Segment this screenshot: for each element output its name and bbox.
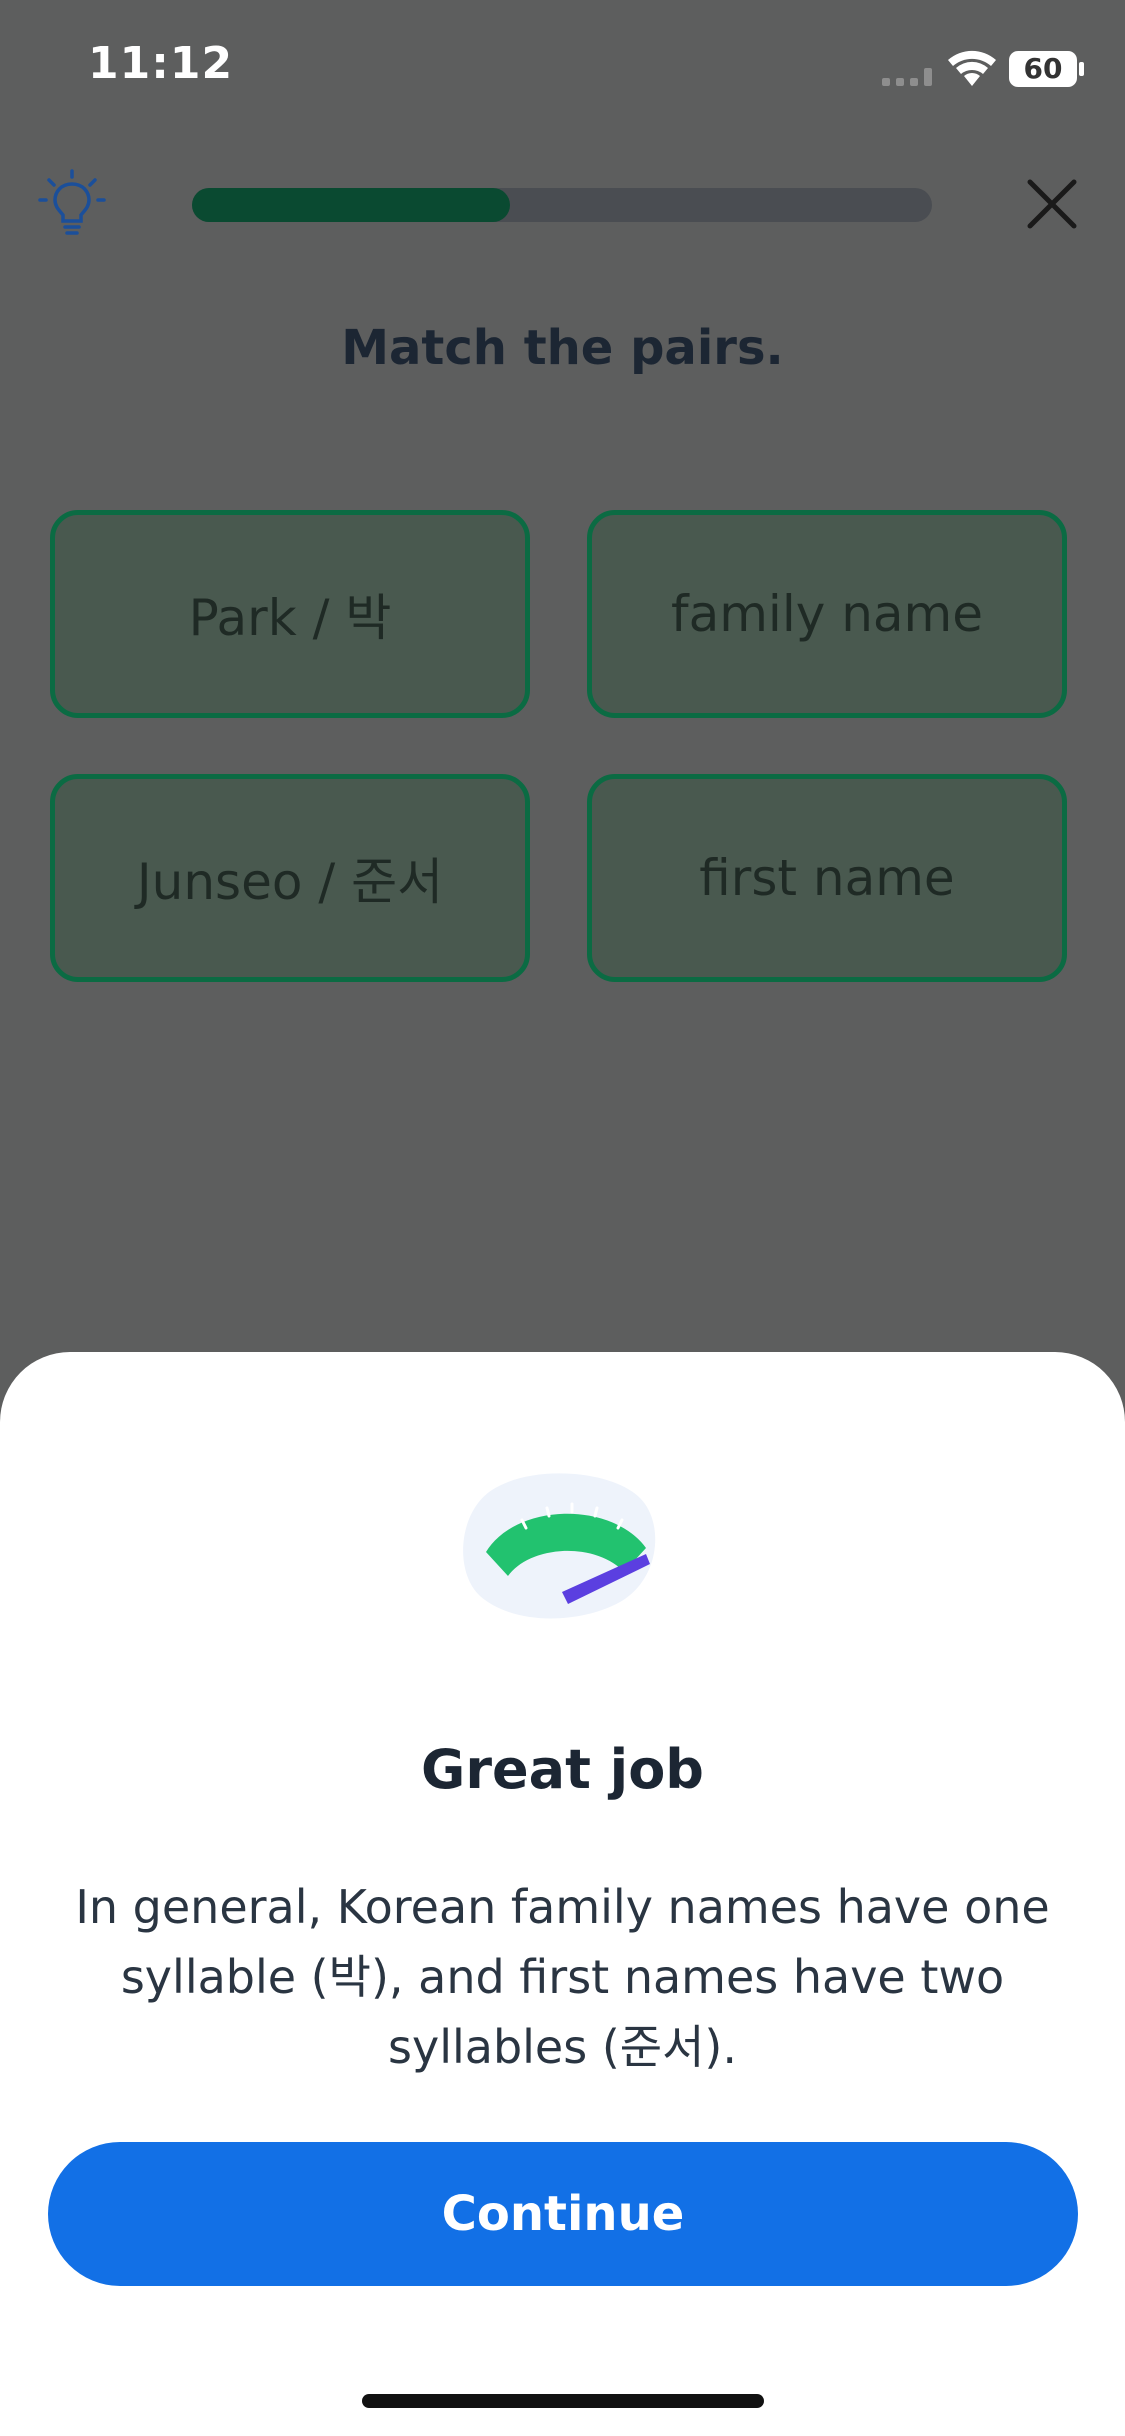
exercise-prompt: Match the pairs. [341, 320, 784, 376]
home-indicator[interactable] [362, 2394, 764, 2408]
battery-icon: 60 [1008, 50, 1086, 88]
status-time: 11:12 [88, 38, 234, 89]
close-icon[interactable] [1020, 172, 1084, 236]
match-card-right-1[interactable]: family name [587, 510, 1067, 718]
feedback-title: Great job [421, 1738, 704, 1801]
cellular-signal-icon [882, 68, 932, 86]
match-card-right-2[interactable]: first name [587, 774, 1067, 982]
match-card-left-1[interactable]: Park / 박 [50, 510, 530, 718]
wifi-icon [948, 50, 996, 86]
lightbulb-icon[interactable] [36, 168, 108, 240]
continue-button[interactable]: Continue [48, 2142, 1078, 2286]
gauge-meter-icon [463, 1473, 656, 1619]
feedback-explanation: In general, Korean family names have one… [75, 1880, 1050, 2074]
lesson-progress-bar [192, 188, 932, 222]
lesson-screen: 11:12 60 Match the pairs. Park / 박 famil… [0, 0, 1125, 2436]
match-card-left-2[interactable]: Junseo / 준서 [50, 774, 530, 982]
lesson-progress-fill [192, 188, 511, 222]
battery-level: 60 [1023, 52, 1063, 85]
